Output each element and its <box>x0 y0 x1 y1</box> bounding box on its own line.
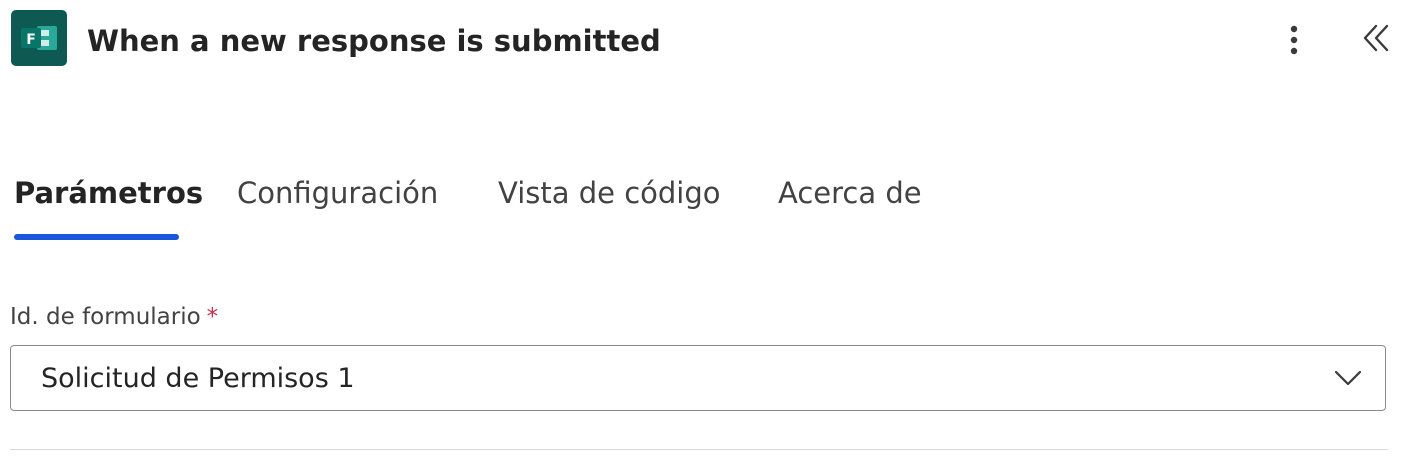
tab-acerca-de[interactable]: Acerca de <box>778 168 922 218</box>
form-id-label-text: Id. de formulario <box>10 304 201 330</box>
more-options-button[interactable] <box>1278 20 1310 60</box>
form-id-dropdown[interactable]: Solicitud de Permisos 1 <box>10 345 1386 411</box>
forms-icon-letter: F <box>26 32 36 48</box>
form-id-selected-value: Solicitud de Permisos 1 <box>41 363 355 394</box>
collapse-panel-button[interactable] <box>1356 18 1396 58</box>
required-marker: * <box>206 304 219 330</box>
card-title: When a new response is submitted <box>87 24 661 58</box>
section-divider <box>10 449 1388 450</box>
tab-list: Parámetros Configuración Vista de código… <box>0 168 1000 248</box>
tab-parametros[interactable]: Parámetros <box>14 168 203 218</box>
chevron-down-icon <box>1334 370 1362 386</box>
form-id-label: Id. de formulario * <box>10 300 218 334</box>
active-tab-indicator <box>14 234 179 240</box>
tab-configuracion[interactable]: Configuración <box>237 168 438 218</box>
microsoft-forms-icon: F <box>11 10 67 66</box>
card-header: F When a new response is submitted <box>0 0 1422 84</box>
double-chevron-left-icon <box>1363 24 1389 52</box>
more-vertical-icon <box>1290 25 1298 55</box>
tab-vista-de-codigo[interactable]: Vista de código <box>498 168 721 218</box>
